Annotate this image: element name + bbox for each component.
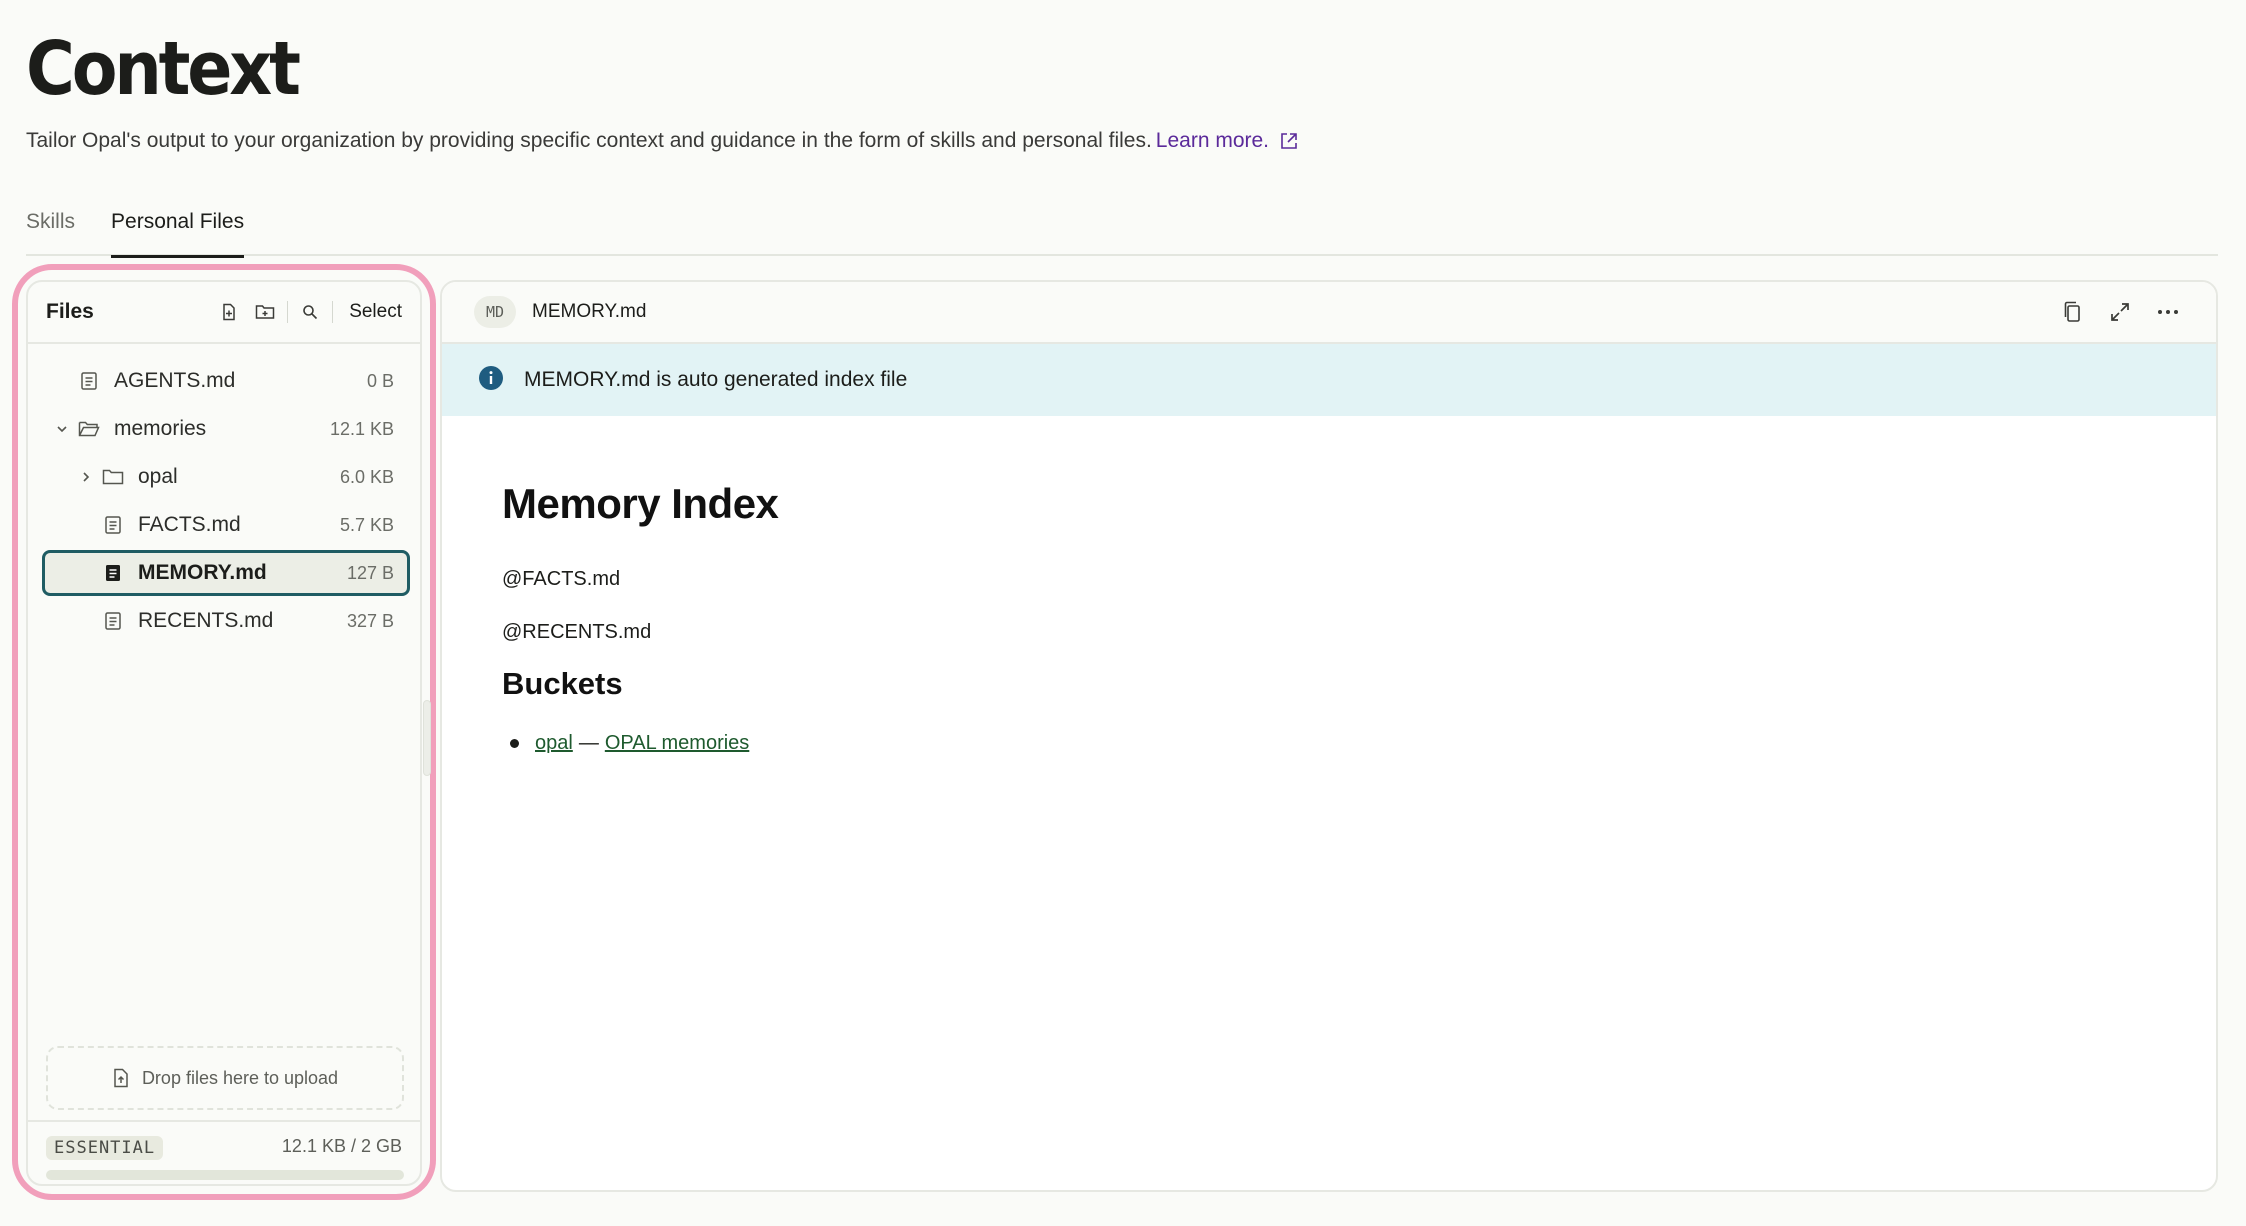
files-header: Files Select bbox=[28, 282, 420, 344]
panel-resize-handle[interactable] bbox=[423, 700, 431, 776]
storage-footer: ESSENTIAL 12.1 KB / 2 GB bbox=[28, 1120, 420, 1184]
subtitle-text: Tailor Opal's output to your organizatio… bbox=[26, 129, 1152, 152]
external-link-icon[interactable] bbox=[1279, 131, 1299, 151]
folder-open-icon bbox=[78, 418, 100, 440]
upload-dropzone[interactable]: Drop files here to upload bbox=[46, 1046, 404, 1110]
editor-panel: MD MEMORY.md MEMORY.md is auto generated… bbox=[440, 280, 2218, 1192]
tree-item-name: MEMORY.md bbox=[138, 561, 267, 584]
editor-header: MD MEMORY.md bbox=[442, 282, 2216, 344]
tree-item-opal[interactable]: opal 6.0 KB bbox=[42, 454, 410, 500]
files-title: Files bbox=[46, 300, 94, 323]
tree-item-name: RECENTS.md bbox=[138, 609, 274, 632]
plan-badge: ESSENTIAL bbox=[46, 1136, 164, 1160]
more-icon[interactable] bbox=[2144, 294, 2192, 330]
select-button[interactable]: Select bbox=[349, 301, 402, 323]
file-icon bbox=[102, 514, 124, 536]
file-icon bbox=[78, 370, 100, 392]
expand-icon[interactable] bbox=[2096, 294, 2144, 330]
bucket-desc-link[interactable]: OPAL memories bbox=[605, 732, 749, 755]
folder-icon bbox=[102, 466, 124, 488]
doc-heading: Memory Index bbox=[502, 480, 779, 527]
storage-usage-bar bbox=[46, 1170, 404, 1180]
copy-icon[interactable] bbox=[2048, 294, 2096, 330]
files-panel: Files Select AGENTS.md 0 B memories 12.1… bbox=[26, 280, 422, 1186]
dropzone-text: Drop files here to upload bbox=[141, 1067, 339, 1088]
chevron-down-icon[interactable] bbox=[54, 421, 70, 437]
new-file-icon[interactable] bbox=[211, 297, 247, 327]
tree-item-facts-md[interactable]: FACTS.md 5.7 KB bbox=[42, 502, 410, 548]
tree-item-memory-md[interactable]: MEMORY.md 127 B bbox=[42, 550, 410, 596]
bucket-link-opal[interactable]: opal bbox=[535, 732, 573, 755]
doc-paragraph: @FACTS.md bbox=[502, 568, 621, 590]
files-actions: Select bbox=[211, 297, 402, 327]
tree-item-size: 12.1 KB bbox=[329, 418, 394, 439]
info-banner-text: MEMORY.md is auto generated index file bbox=[524, 368, 908, 391]
chevron-right-icon[interactable] bbox=[78, 469, 94, 485]
tab-bar: Skills Personal Files bbox=[26, 200, 2218, 258]
page-subtitle: Tailor Opal's output to your organizatio… bbox=[26, 126, 1299, 156]
tree-item-name: opal bbox=[138, 465, 178, 488]
doc-subheading: Buckets bbox=[502, 666, 623, 701]
editor-actions bbox=[2048, 294, 2192, 330]
upload-file-icon bbox=[112, 1068, 130, 1088]
tree-item-agents-md[interactable]: AGENTS.md 0 B bbox=[42, 358, 410, 404]
dash: — bbox=[578, 732, 599, 754]
list-bullet bbox=[510, 739, 519, 748]
divider bbox=[287, 301, 289, 323]
tree-item-size: 0 B bbox=[366, 370, 394, 391]
tree-item-size: 5.7 KB bbox=[339, 514, 394, 535]
page-title: Context bbox=[26, 26, 301, 112]
editor-filename: MEMORY.md bbox=[532, 301, 647, 322]
doc-paragraph: @RECENTS.md bbox=[502, 621, 652, 643]
divider bbox=[332, 301, 334, 323]
tree-item-name: AGENTS.md bbox=[114, 369, 236, 392]
file-icon bbox=[102, 610, 124, 632]
learn-more-link[interactable]: Learn more. bbox=[1156, 126, 1269, 156]
file-type-badge: MD bbox=[474, 296, 516, 328]
storage-usage: 12.1 KB / 2 GB bbox=[281, 1136, 402, 1156]
tab-skills[interactable]: Skills bbox=[26, 200, 75, 256]
tree-item-name: memories bbox=[114, 417, 207, 440]
tree-item-name: FACTS.md bbox=[138, 513, 241, 536]
info-icon bbox=[478, 365, 504, 396]
tree-item-size: 327 B bbox=[346, 610, 394, 631]
tab-personal-files[interactable]: Personal Files bbox=[111, 200, 245, 258]
search-icon[interactable] bbox=[292, 297, 328, 327]
doc-list-item: opal — OPAL memories bbox=[510, 732, 749, 755]
tree-item-size: 6.0 KB bbox=[339, 466, 394, 487]
tree-item-memories[interactable]: memories 12.1 KB bbox=[42, 406, 410, 452]
info-banner: MEMORY.md is auto generated index file bbox=[442, 344, 2216, 416]
new-folder-icon[interactable] bbox=[247, 297, 283, 327]
file-icon bbox=[102, 562, 124, 584]
tree-item-recents-md[interactable]: RECENTS.md 327 B bbox=[42, 598, 410, 644]
tree-item-size: 127 B bbox=[346, 562, 394, 583]
